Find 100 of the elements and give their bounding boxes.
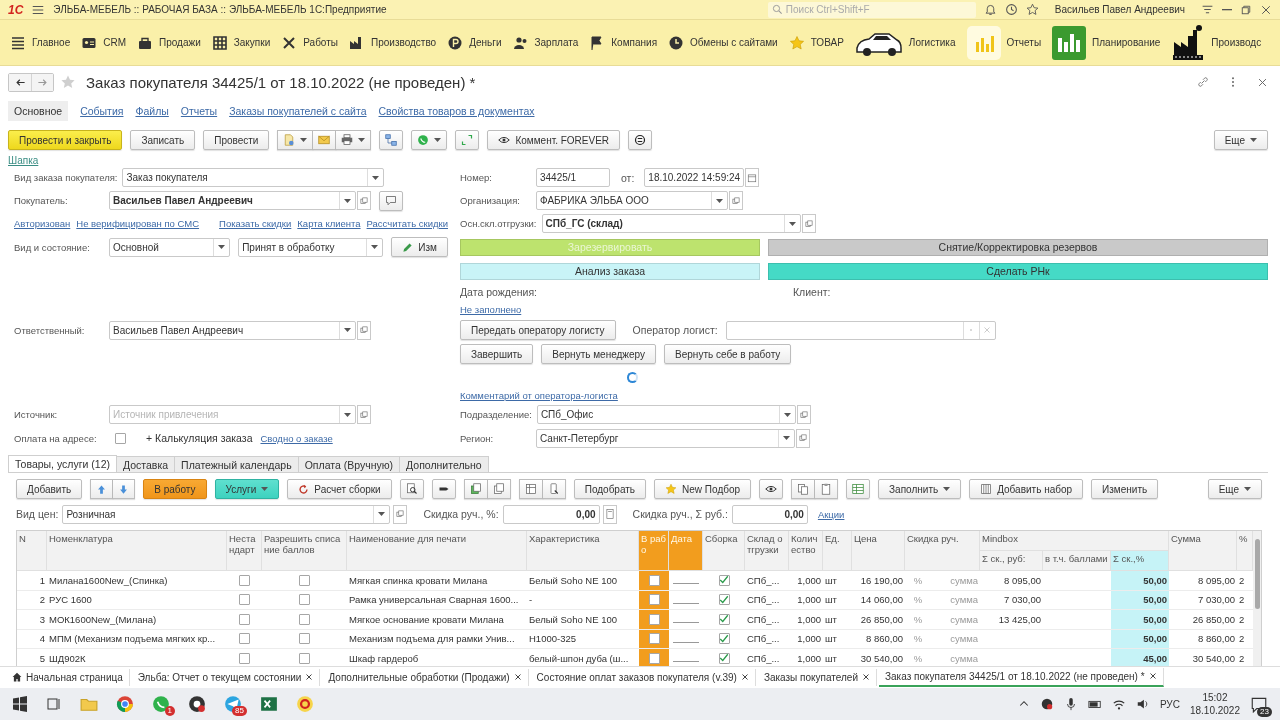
column-header[interactable]: Σ ск., руб:: [980, 551, 1043, 571]
section-link[interactable]: Производс: [1211, 37, 1262, 48]
email-button[interactable]: [313, 130, 337, 150]
section-link[interactable]: ТОВАР: [810, 37, 844, 48]
order-type-field[interactable]: Основной: [109, 237, 230, 257]
open-button[interactable]: [357, 320, 371, 340]
date-field[interactable]: 18.10.2022 14:59:24: [644, 168, 745, 187]
open-button[interactable]: [357, 405, 371, 424]
form-tab[interactable]: Заказы покупателей с сайта: [229, 102, 367, 120]
form-tab[interactable]: Файлы: [135, 102, 169, 120]
user-name[interactable]: Васильев Павел Андреевич: [1054, 4, 1185, 15]
clock-time[interactable]: 15:02: [1202, 691, 1228, 704]
messenger-button[interactable]: [411, 130, 448, 150]
customer-field[interactable]: Васильев Павел Андреевич: [109, 191, 356, 210]
column-header[interactable]: Количество: [789, 531, 823, 571]
tab[interactable]: Платежный календарь: [174, 456, 299, 472]
add-button[interactable]: Добавить: [16, 479, 83, 499]
action-button[interactable]: Сделать РНк: [768, 262, 1268, 280]
change-button[interactable]: Изменить: [1091, 479, 1159, 499]
find-button[interactable]: [399, 479, 424, 499]
checkbox[interactable]: [718, 574, 730, 586]
warehouse-field[interactable]: СПб_ГС (склад): [541, 214, 801, 233]
discount-percent-field[interactable]: 0,00: [502, 504, 600, 524]
more-button[interactable]: Еще: [1207, 479, 1262, 499]
sync-button[interactable]: [628, 130, 653, 150]
form-tab[interactable]: Отчеты: [180, 102, 218, 120]
order-kind-field[interactable]: Заказ покупателя: [122, 168, 385, 187]
section-link[interactable]: Деньги: [469, 37, 502, 48]
create-based-button[interactable]: [277, 130, 314, 150]
move-down-button[interactable]: [113, 479, 136, 499]
tab[interactable]: Дополнительно: [399, 456, 489, 472]
customer-link[interactable]: Не верифицирован по СМС: [76, 218, 200, 229]
column-header[interactable]: Разрешить списание баллов: [262, 531, 347, 571]
fill-button[interactable]: Заполнить: [878, 479, 962, 499]
tag-button[interactable]: [431, 479, 456, 499]
checkbox[interactable]: [648, 652, 660, 664]
clock-date[interactable]: 18.10.2022: [1189, 704, 1240, 717]
workflow-button[interactable]: Вернуть себе в работу: [664, 344, 792, 364]
action-button[interactable]: Анализ заказа: [460, 262, 760, 280]
view-button[interactable]: [759, 479, 784, 499]
scrollbar[interactable]: [1253, 531, 1261, 669]
organization-field[interactable]: ФАБРИКА ЭЛЬБА ООО: [536, 191, 728, 210]
calculation-button[interactable]: + Калькуляция заказа: [146, 432, 253, 444]
operator-comment-link[interactable]: Комментарий от оператора-логиста: [460, 390, 618, 401]
column-header[interactable]: Номенклатура: [47, 531, 227, 571]
window-tab[interactable]: Начальная страница: [6, 668, 130, 686]
checkbox[interactable]: [299, 652, 310, 664]
section-link[interactable]: Компания: [611, 37, 658, 48]
structure-button[interactable]: [379, 130, 404, 150]
window-tab[interactable]: Заказы покупателей: [757, 668, 877, 686]
post-and-close-button[interactable]: Провести и закрыть: [8, 130, 123, 150]
operator-field[interactable]: [725, 320, 996, 340]
add-set-button[interactable]: Добавить набор: [969, 479, 1084, 499]
comment-button[interactable]: Коммент. FOREVER: [487, 130, 621, 150]
checkbox[interactable]: [239, 574, 250, 586]
section-link[interactable]: Главное: [32, 37, 71, 48]
checkbox[interactable]: [718, 633, 730, 645]
customer-link[interactable]: Карта клиента: [297, 218, 361, 229]
column-header[interactable]: Нестандарт: [227, 531, 262, 571]
column-header[interactable]: Σ ск.,%: [1111, 551, 1169, 571]
section-link[interactable]: Работы: [303, 37, 338, 48]
checkbox[interactable]: [299, 594, 310, 606]
open-button[interactable]: [729, 191, 743, 210]
open-button[interactable]: [357, 191, 371, 210]
post-button[interactable]: Провести: [203, 130, 270, 150]
column-header[interactable]: Сумма: [1169, 531, 1237, 571]
summary-link[interactable]: Сводно о заказе: [260, 432, 333, 444]
responsible-field[interactable]: Васильев Павел Андреевич: [109, 320, 356, 340]
section-link[interactable]: Производство: [371, 37, 437, 48]
checkbox[interactable]: [239, 652, 250, 664]
duplicate-button[interactable]: [487, 479, 511, 499]
window-tab[interactable]: Эльба: Отчет о текущем состоянии: [131, 668, 321, 686]
pick-button[interactable]: Подобрать: [573, 479, 647, 499]
save-button[interactable]: Записать: [130, 130, 196, 150]
device-button[interactable]: [542, 479, 566, 499]
checkbox[interactable]: [648, 633, 660, 645]
section-link[interactable]: Планирование: [1092, 37, 1161, 48]
calendar-button[interactable]: [745, 168, 760, 187]
open-button[interactable]: [801, 214, 816, 233]
checkbox[interactable]: [648, 574, 660, 586]
column-header[interactable]: Цена: [852, 531, 905, 571]
customer-link[interactable]: Рассчитать скидки: [366, 218, 448, 229]
section-link[interactable]: Продажи: [159, 37, 201, 48]
expand-button[interactable]: [455, 130, 480, 150]
price-type-field[interactable]: Розничная: [62, 504, 391, 524]
checkbox[interactable]: [239, 633, 250, 645]
section-link[interactable]: Отчеты: [1006, 37, 1042, 48]
edit-button[interactable]: Изм: [391, 237, 448, 257]
section-link[interactable]: Закупки: [233, 37, 271, 48]
new-pick-button[interactable]: New Подбор: [654, 479, 752, 499]
table-button[interactable]: [518, 479, 543, 499]
spreadsheet-button[interactable]: [846, 479, 871, 499]
assembly-calc-button[interactable]: Расчет сборки: [287, 479, 392, 499]
tab[interactable]: Доставка: [116, 456, 176, 472]
department-field[interactable]: СПб_Офис: [536, 405, 796, 424]
checkbox[interactable]: [648, 594, 660, 606]
services-button[interactable]: Услуги: [214, 479, 280, 499]
paste-rows-button[interactable]: [815, 479, 839, 499]
checkbox[interactable]: [239, 594, 250, 606]
customer-link[interactable]: Авторизован: [14, 218, 71, 229]
